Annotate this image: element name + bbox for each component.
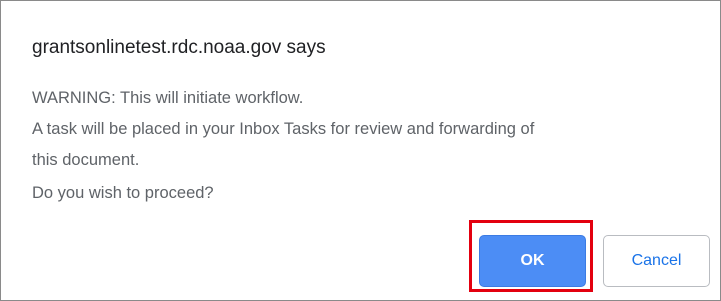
dialog-message-line: A task will be placed in your Inbox Task…: [32, 120, 535, 138]
cancel-button[interactable]: Cancel: [603, 235, 710, 287]
dialog-message-line: Do you wish to proceed?: [32, 184, 214, 202]
dialog-title: grantsonlinetest.rdc.noaa.gov says: [32, 37, 326, 58]
confirm-dialog: grantsonlinetest.rdc.noaa.gov says WARNI…: [0, 0, 721, 301]
dialog-message-line: this document.: [32, 151, 140, 169]
ok-button[interactable]: OK: [479, 235, 586, 287]
dialog-message-line: WARNING: This will initiate workflow.: [32, 89, 304, 107]
